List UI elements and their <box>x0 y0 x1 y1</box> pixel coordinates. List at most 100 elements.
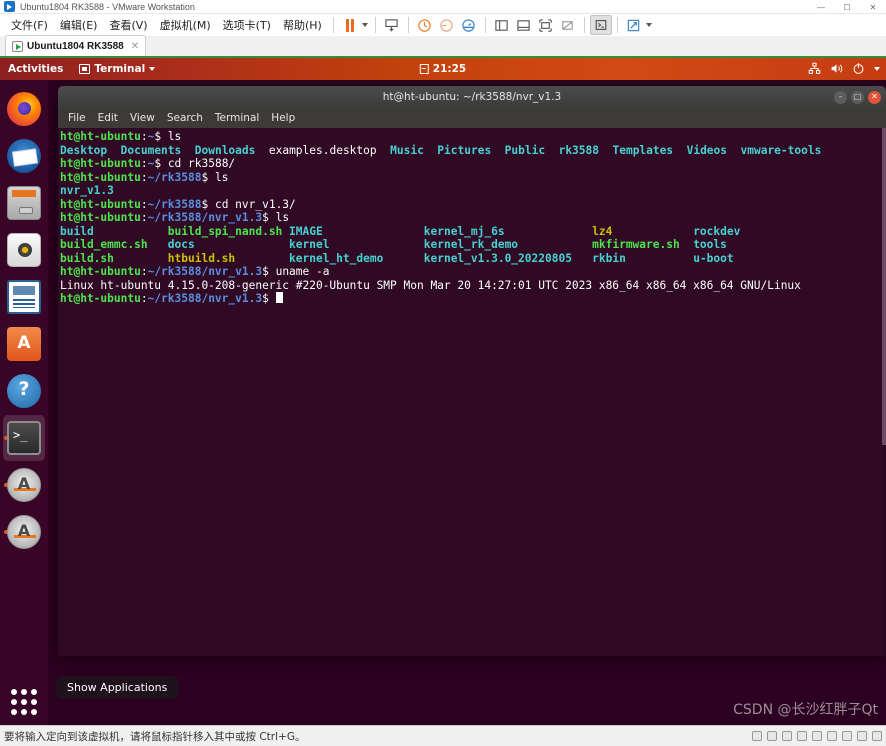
terminal-window[interactable]: ht@ht-ubuntu: ~/rk3588/nvr_v1.3 – □ ✕ Fi… <box>58 86 886 656</box>
vmware-tabstrip: Ubuntu1804 RK3588 ✕ <box>0 35 886 58</box>
stretch-guest-button[interactable] <box>623 15 645 35</box>
vm-tab-power-icon <box>12 40 23 52</box>
vm-device-icon[interactable] <box>872 731 882 741</box>
vmware-titlebar: Ubuntu1804 RK3588 - VMware Workstation —… <box>0 0 886 14</box>
terminal-scrollbar[interactable] <box>882 128 886 656</box>
menu-help[interactable]: 帮助(H) <box>277 15 328 35</box>
clock-menu-button[interactable]: 21:25 <box>419 63 466 75</box>
vmware-maximize-button[interactable]: ☐ <box>834 0 860 14</box>
show-applications-tooltip: Show Applications <box>56 676 179 699</box>
dock-item-firefox[interactable] <box>3 86 45 132</box>
library-panel-icon <box>495 19 509 31</box>
unity-mode-button[interactable] <box>557 15 579 35</box>
snapshot-take-button[interactable] <box>414 15 436 35</box>
dock-item-updater-2[interactable] <box>3 509 45 555</box>
dock-item-writer[interactable] <box>3 274 45 320</box>
toolbar-separator <box>332 17 334 33</box>
vmware-device-icons[interactable] <box>752 731 882 741</box>
show-library-button[interactable] <box>491 15 513 35</box>
rhythmbox-icon <box>7 233 41 267</box>
terminal-titlebar[interactable]: ht@ht-ubuntu: ~/rk3588/nvr_v1.3 – □ ✕ <box>58 86 886 108</box>
snapshot-manager-button[interactable] <box>458 15 480 35</box>
toolbar-separator <box>616 17 618 33</box>
vmware-window-controls: — ☐ ✕ <box>808 0 886 14</box>
apps-grid-icon <box>7 685 41 719</box>
snapshot-revert-button[interactable] <box>436 15 458 35</box>
vm-device-icon[interactable] <box>842 731 852 741</box>
software-updater-icon <box>7 515 41 549</box>
terminal-maximize-button[interactable]: □ <box>851 90 864 104</box>
terminal-icon <box>79 64 91 74</box>
vm-device-icon[interactable] <box>767 731 777 741</box>
terminal-window-controls: – □ ✕ <box>834 90 881 104</box>
help-icon <box>7 374 41 408</box>
terminal-menu-file[interactable]: File <box>68 112 86 124</box>
chevron-down-icon[interactable] <box>874 67 880 71</box>
show-thumbnail-button[interactable] <box>513 15 535 35</box>
vmware-workstation-window: Ubuntu1804 RK3588 - VMware Workstation —… <box>0 0 886 746</box>
snapshot-manager-icon <box>462 18 476 32</box>
revert-icon <box>440 18 454 32</box>
app-menu-button[interactable]: Terminal <box>79 63 156 75</box>
terminal-body[interactable]: ht@ht-ubuntu:~$ ls Desktop Documents Dow… <box>58 128 886 656</box>
network-icon[interactable] <box>808 62 821 77</box>
menu-view[interactable]: 查看(V) <box>103 15 153 35</box>
chevron-down-icon <box>149 67 156 71</box>
show-applications-button[interactable] <box>0 685 48 719</box>
software-updater-icon <box>7 468 41 502</box>
terminal-menu-terminal[interactable]: Terminal <box>215 112 259 124</box>
vmware-statusbar: 要将输入定向到该虚拟机，请将鼠标指针移入其中或按 Ctrl+G。 <box>0 725 886 746</box>
dock-item-help[interactable] <box>3 368 45 414</box>
vm-device-icon[interactable] <box>752 731 762 741</box>
snapshot-icon <box>418 18 432 32</box>
terminal-close-button[interactable]: ✕ <box>868 90 881 104</box>
menu-vm[interactable]: 虚拟机(M) <box>154 15 217 35</box>
dock-item-files[interactable] <box>3 180 45 226</box>
console-view-button[interactable] <box>589 15 612 35</box>
vm-device-icon[interactable] <box>797 731 807 741</box>
vmware-minimize-button[interactable]: — <box>808 0 834 14</box>
suspend-dropdown[interactable] <box>361 15 370 35</box>
dock-item-terminal[interactable] <box>3 415 45 461</box>
terminal-menu-view[interactable]: View <box>130 112 155 124</box>
vm-device-icon[interactable] <box>857 731 867 741</box>
terminal-menu-help[interactable]: Help <box>271 112 295 124</box>
menu-edit[interactable]: 编辑(E) <box>54 15 104 35</box>
dock-item-software[interactable] <box>3 321 45 367</box>
terminal-menu-edit[interactable]: Edit <box>98 112 118 124</box>
power-on-button[interactable] <box>381 15 403 35</box>
thunderbird-icon <box>7 139 41 173</box>
gnome-topbar: Activities Terminal 21:25 <box>0 58 886 80</box>
power-on-icon <box>385 18 399 32</box>
suspend-button[interactable] <box>339 15 361 35</box>
calendar-icon <box>419 64 429 74</box>
vm-device-icon[interactable] <box>812 731 822 741</box>
system-status-area[interactable] <box>808 62 880 77</box>
dock-item-updater-1[interactable] <box>3 462 45 508</box>
files-icon <box>7 186 41 220</box>
stretch-dropdown[interactable] <box>645 15 654 35</box>
volume-icon[interactable] <box>830 62 843 77</box>
vmware-close-button[interactable]: ✕ <box>860 0 886 14</box>
terminal-output: ht@ht-ubuntu:~$ ls Desktop Documents Dow… <box>60 130 822 305</box>
vm-device-icon[interactable] <box>827 731 837 741</box>
menu-file[interactable]: 文件(F) <box>5 15 54 35</box>
guest-screen[interactable]: Activities Terminal 21:25 A ? >_ A A Sho… <box>0 58 886 725</box>
fullscreen-button[interactable] <box>535 15 557 35</box>
thumbnail-bar-icon <box>517 19 531 31</box>
stretch-icon <box>628 19 640 31</box>
power-icon[interactable] <box>852 62 865 77</box>
toolbar-separator <box>484 17 486 33</box>
vmware-menubar: 文件(F) 编辑(E) 查看(V) 虚拟机(M) 选项卡(T) 帮助(H) <box>0 14 886 36</box>
dock-item-thunderbird[interactable] <box>3 133 45 179</box>
menu-tabs[interactable]: 选项卡(T) <box>217 15 277 35</box>
dock-item-rhythmbox[interactable] <box>3 227 45 273</box>
vm-tab-close-icon[interactable]: ✕ <box>131 41 139 52</box>
terminal-menu-search[interactable]: Search <box>167 112 203 124</box>
unity-mode-icon <box>562 20 574 30</box>
terminal-minimize-button[interactable]: – <box>834 90 847 104</box>
vm-device-icon[interactable] <box>782 731 792 741</box>
vmware-status-text: 要将输入定向到该虚拟机，请将鼠标指针移入其中或按 Ctrl+G。 <box>4 730 306 743</box>
vm-tab-ubuntu1804-rk3588[interactable]: Ubuntu1804 RK3588 ✕ <box>5 35 147 56</box>
activities-button[interactable]: Activities <box>8 63 63 75</box>
